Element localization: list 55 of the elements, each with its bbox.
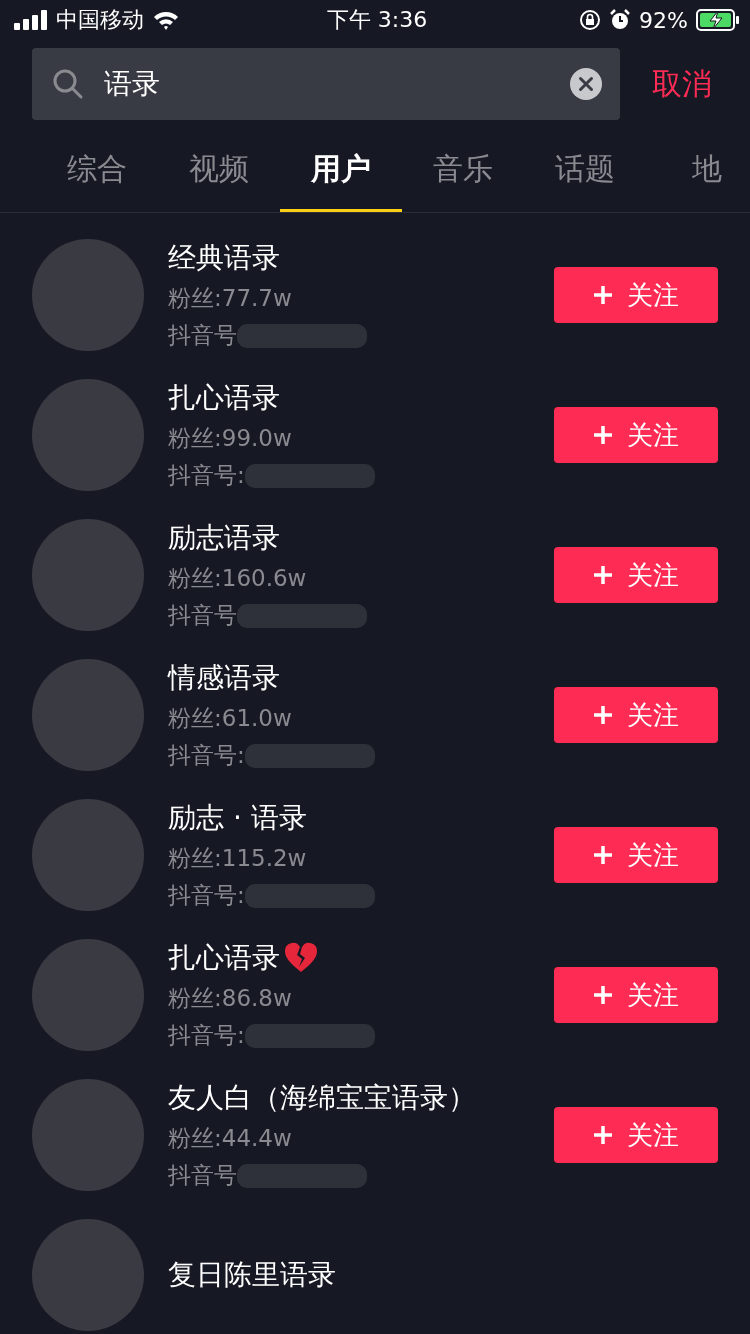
follow-button[interactable]: 关注 xyxy=(554,547,718,603)
alarm-icon xyxy=(609,9,632,31)
follower-count: 粉丝:86.8w xyxy=(168,984,293,1013)
follower-count: 粉丝:115.2w xyxy=(168,844,308,873)
follow-button[interactable]: 关注 xyxy=(554,967,718,1023)
user-name[interactable]: 友人白（海绵宝宝语录） xyxy=(168,1079,476,1117)
id-label: 抖音号: xyxy=(168,741,245,770)
user-name[interactable]: 情感语录 xyxy=(168,659,280,697)
follower-count: 粉丝:160.6w xyxy=(168,564,308,593)
tab[interactable]: 地 xyxy=(646,130,750,212)
user-name[interactable]: 复日陈里语录 xyxy=(168,1256,336,1294)
follower-count: 粉丝:77.7w xyxy=(168,284,293,313)
id-label: 抖音号: xyxy=(168,461,245,490)
battery-charging-icon xyxy=(696,9,740,31)
follower-count: 粉丝:44.4w xyxy=(168,1124,293,1153)
search-icon xyxy=(52,68,84,100)
tab[interactable]: 音乐 xyxy=(402,130,524,212)
plus-icon xyxy=(593,1125,613,1145)
broken-heart-icon xyxy=(284,942,318,974)
id-label: 抖音号: xyxy=(168,1021,245,1050)
rotation-lock-icon xyxy=(579,9,602,31)
plus-icon xyxy=(593,425,613,445)
follower-count: 粉丝:61.0w xyxy=(168,704,293,733)
follow-button[interactable]: 关注 xyxy=(554,1107,718,1163)
plus-icon xyxy=(593,705,613,725)
id-label: 抖音号: xyxy=(168,881,245,910)
user-name[interactable]: 扎心语录 xyxy=(168,939,280,977)
signal-icon xyxy=(14,10,48,30)
battery-percent: 92% xyxy=(639,7,688,33)
tab[interactable]: 综合 xyxy=(36,130,158,212)
plus-icon xyxy=(593,285,613,305)
cancel-button[interactable]: 取消 xyxy=(652,63,712,105)
plus-icon xyxy=(593,845,613,865)
tab[interactable]: 视频 xyxy=(158,130,280,212)
user-name[interactable]: 经典语录 xyxy=(168,239,280,277)
tab[interactable]: 话题 xyxy=(524,130,646,212)
user-name[interactable]: 扎心语录 xyxy=(168,379,280,417)
user-name[interactable]: 励志 · 语录 xyxy=(168,799,307,837)
user-name[interactable]: 励志语录 xyxy=(168,519,280,557)
follow-button[interactable]: 关注 xyxy=(554,407,718,463)
carrier-name: 中国移动 xyxy=(56,6,144,34)
tab[interactable]: 用户 xyxy=(280,130,402,212)
plus-icon xyxy=(593,565,613,585)
plus-icon xyxy=(593,985,613,1005)
follow-button[interactable]: 关注 xyxy=(554,687,718,743)
id-label: 抖音号 xyxy=(168,1161,237,1190)
follow-button[interactable]: 关注 xyxy=(554,827,718,883)
wifi-icon xyxy=(152,10,180,30)
id-label: 抖音号 xyxy=(168,321,237,350)
follower-count: 粉丝:99.0w xyxy=(168,424,293,453)
clear-icon[interactable] xyxy=(570,68,602,100)
status-time: 下午 3:36 xyxy=(326,6,428,34)
follow-button[interactable]: 关注 xyxy=(554,267,718,323)
search-field[interactable]: 语录 xyxy=(32,48,620,120)
id-label: 抖音号 xyxy=(168,601,237,630)
